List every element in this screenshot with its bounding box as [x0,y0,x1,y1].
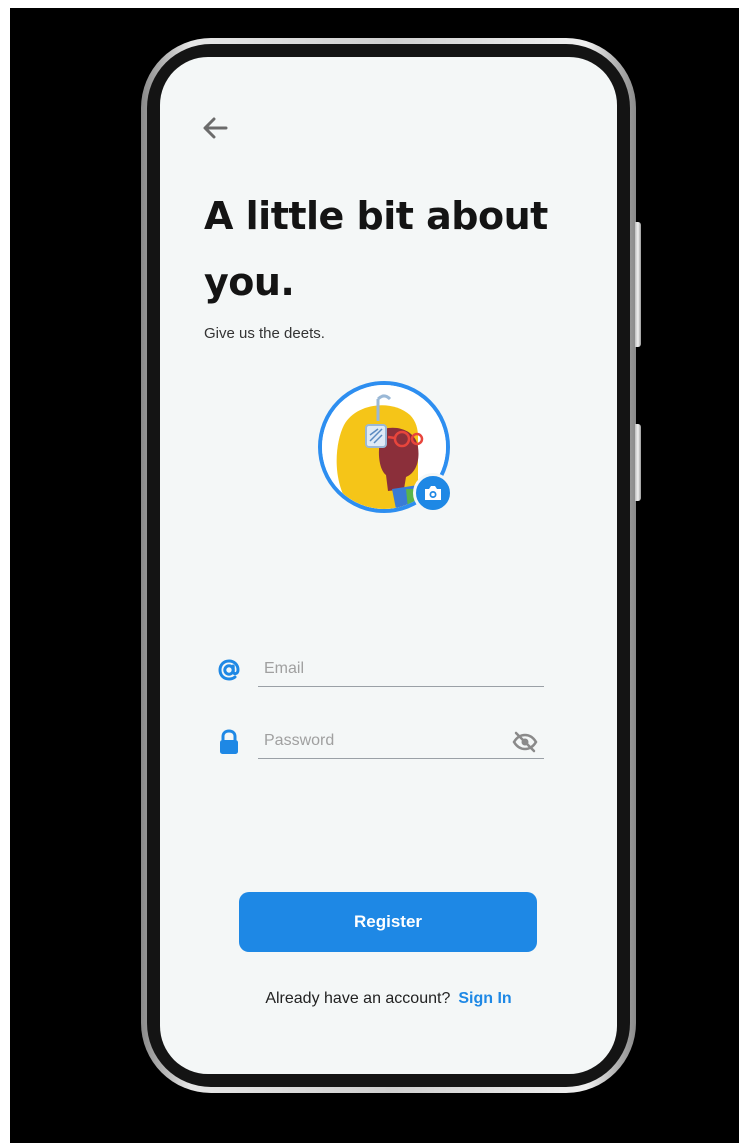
email-field-icon [216,657,242,683]
account-prompt-text: Already have an account? [265,990,451,1007]
sign-in-link[interactable]: Sign In [458,990,511,1007]
password-field-icon [216,729,242,755]
email-input[interactable] [258,651,544,687]
email-field-group [216,651,546,691]
sign-in-prompt: Already have an account? Sign In [160,990,617,1008]
toggle-password-visibility[interactable] [512,731,538,753]
avatar-upload[interactable] [318,381,458,521]
eye-off-icon [512,731,538,753]
password-input[interactable] [258,723,544,759]
phone-volume-button [635,424,641,501]
page-subtitle: Give us the deets. [204,325,325,342]
lock-icon [220,729,238,754]
app-screen: A little bit about you. Give us the deet… [160,57,617,1074]
password-field-group [216,723,546,763]
back-button[interactable] [198,113,232,143]
camera-icon [425,486,441,500]
stage: A little bit about you. Give us the deet… [0,0,739,1143]
arrow-left-icon [203,117,228,139]
at-sign-icon [218,659,240,681]
change-photo-button[interactable] [413,473,453,513]
phone-power-button [635,222,641,347]
page-title: A little bit about you. [204,194,548,304]
register-button[interactable]: Register [239,892,537,952]
